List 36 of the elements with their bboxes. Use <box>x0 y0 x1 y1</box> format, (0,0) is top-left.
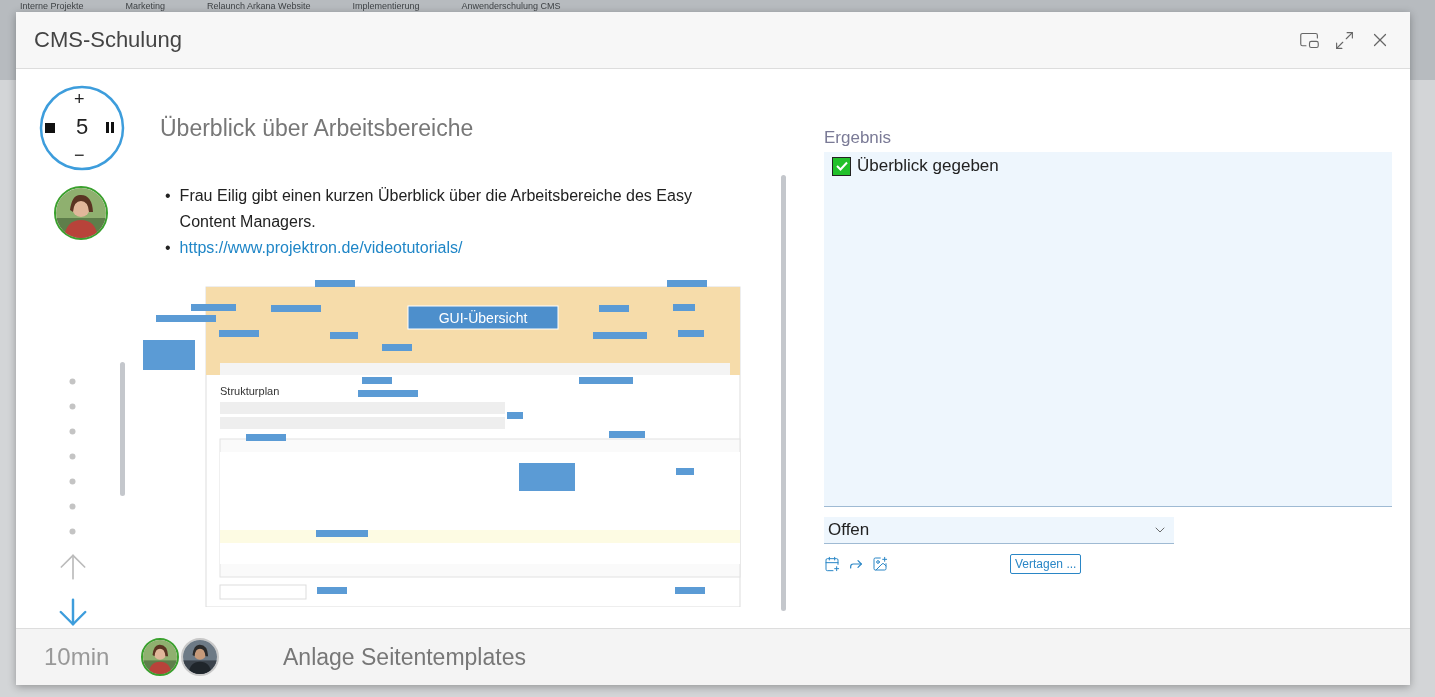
timeline-dot <box>69 428 76 435</box>
background-tab-label: Interne Projekte <box>20 1 84 11</box>
next-topic: Anlage Seitentemplates <box>283 643 526 671</box>
checkbox[interactable] <box>832 156 851 176</box>
duration: 10min <box>44 643 111 671</box>
bullet-marker: • <box>165 186 171 206</box>
dialog-title: CMS-Schulung <box>34 27 183 53</box>
background-tab-label: Anwenderschulung CMS <box>461 1 561 11</box>
timeline-dot <box>69 528 76 535</box>
increase-button[interactable]: + <box>74 90 85 108</box>
view-title: Strukturplan <box>220 385 280 397</box>
decrease-button[interactable]: − <box>74 146 85 164</box>
timeline-dot <box>69 478 76 485</box>
agenda-title: Überblick über Arbeitsbereiche <box>160 115 475 142</box>
timeline-dot <box>69 403 76 410</box>
tutorial-link[interactable]: https://www.projektron.de/videotutorials/ <box>179 235 463 261</box>
bullet-text: Frau Eilig gibt einen kurzen Überblick über die Arbeitsbereiche des Easy Content Managers. <box>179 186 693 232</box>
image-plus-icon[interactable] <box>872 556 888 572</box>
result-label: Ergebnis <box>824 128 893 148</box>
check-icon <box>835 161 848 171</box>
timeline-dot <box>69 453 76 460</box>
bullet-marker: • <box>165 238 171 258</box>
postpone-button[interactable]: Vertagen ... <box>1010 554 1082 574</box>
timeline-dot <box>69 503 76 510</box>
calendar-plus-icon[interactable] <box>824 556 840 572</box>
status-select[interactable]: Offen <box>824 517 1174 544</box>
timeline-dot <box>69 378 76 385</box>
background-tab-label: Implementierung <box>352 1 420 11</box>
background-tab-label: Marketing <box>125 1 166 11</box>
banner-title: GUI-Übersicht <box>437 308 529 328</box>
pause-icon[interactable] <box>106 122 114 133</box>
scrollbar[interactable] <box>119 362 125 496</box>
background-tab-label: Relaunch Arkana Website <box>207 1 311 11</box>
timer-value: 5 <box>74 114 90 140</box>
result-item: Überblick gegeben <box>857 156 999 176</box>
scrollbar[interactable] <box>781 175 786 611</box>
